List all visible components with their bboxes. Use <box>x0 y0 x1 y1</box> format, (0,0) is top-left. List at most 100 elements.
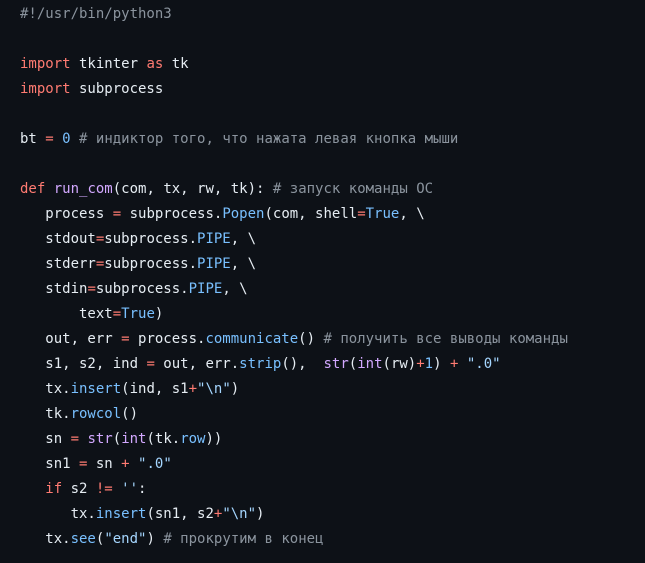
code-line: tx.insert(ind, s1+"\n") <box>20 377 640 402</box>
code-token: bt <box>20 131 46 147</box>
code-line: tx.see("end") # прокрутим в конец <box>20 527 640 552</box>
code-token: = <box>87 281 96 297</box>
code-token: "\n" <box>222 506 257 522</box>
code-token: # прокрутим в конец <box>163 531 324 547</box>
code-token: out, err. <box>154 356 240 372</box>
code-token: tx. <box>20 531 71 547</box>
code-token: str <box>87 431 113 447</box>
code-line: #!/usr/bin/python3 <box>20 2 640 27</box>
code-token: Popen <box>222 206 265 222</box>
code-line: import subprocess <box>20 77 640 102</box>
code-token: ) <box>433 356 450 372</box>
code-token: text <box>20 306 113 322</box>
code-token: insert <box>70 381 122 397</box>
code-block: #!/usr/bin/python3 import tkinter as tk im… <box>20 2 640 552</box>
code-line: stdout=subprocess.PIPE, \ <box>20 227 640 252</box>
code-token: = <box>112 206 122 222</box>
code-token: True <box>365 206 400 222</box>
code-token: rowcol <box>70 406 122 422</box>
code-token: "end" <box>104 531 147 547</box>
code-line: sn = str(int(tk.row)) <box>20 427 640 452</box>
code-token: s1, s2, ind <box>20 356 147 372</box>
code-token: subprocess. <box>121 206 223 222</box>
code-token: # запуск команды ОС <box>272 181 434 197</box>
code-line: tk.rowcol() <box>20 402 640 427</box>
code-token: ) <box>146 531 164 547</box>
code-line: stderr=subprocess.PIPE, \ <box>20 252 640 277</box>
code-line: s1, s2, ind = out, err.strip(), str(int(… <box>20 352 640 377</box>
code-token: ) <box>230 381 240 397</box>
code-token: sn1 <box>20 456 80 472</box>
code-token: int <box>121 431 147 447</box>
code-token: = <box>357 206 366 222</box>
code-token: #!/usr/bin/python3 <box>20 6 172 22</box>
code-token: ( <box>348 356 358 372</box>
code-token: () <box>121 406 139 422</box>
code-token: (), <box>281 356 324 372</box>
code-token: , \ <box>230 231 257 247</box>
code-token: (rw) <box>382 356 417 372</box>
code-token: def <box>20 181 46 197</box>
code-token: + <box>416 356 425 372</box>
code-token: = <box>112 306 122 322</box>
code-line: def run_com(com, tx, rw, tk): # запуск к… <box>20 177 640 202</box>
code-token: , \ <box>399 206 425 222</box>
code-token: import <box>20 56 71 72</box>
code-token: != <box>95 481 113 497</box>
code-token: + <box>188 381 198 397</box>
code-token: ( <box>112 431 122 447</box>
code-token: row <box>180 431 206 447</box>
code-token: # получить все выводы команды <box>323 331 568 347</box>
code-token: stdin <box>20 281 88 297</box>
code-token: subprocess <box>70 81 164 97</box>
code-token: 0 <box>62 131 71 147</box>
code-token: (com, shell <box>264 206 358 222</box>
code-token: import <box>20 81 71 97</box>
code-token: subprocess. <box>104 231 198 247</box>
code-line: import tkinter as tk <box>20 52 640 77</box>
code-token: subprocess. <box>104 256 198 272</box>
code-token: see <box>70 531 96 547</box>
code-token: '' <box>121 481 139 497</box>
code-token: tx. <box>20 381 71 397</box>
code-token: tk <box>163 56 189 72</box>
code-token: = <box>146 356 155 372</box>
code-token: PIPE <box>197 231 231 247</box>
code-token: (tk. <box>146 431 181 447</box>
code-token: () <box>298 331 324 347</box>
code-token: ) <box>256 506 265 522</box>
code-line: process = subprocess.Popen(com, shell=Tr… <box>20 202 640 227</box>
code-token: )) <box>205 431 223 447</box>
code-line: if s2 != '': <box>20 477 640 502</box>
code-token: s2 <box>62 481 96 497</box>
code-token: as <box>146 56 164 72</box>
code-line: bt = 0 # индиктор того, что нажата левая… <box>20 127 640 152</box>
code-token: sn <box>87 456 122 472</box>
code-line: sn1 = sn + ".0" <box>20 452 640 477</box>
code-token: tkinter <box>70 56 147 72</box>
code-token: ".0" <box>138 456 172 472</box>
code-token: insert <box>95 506 147 522</box>
code-token: + <box>121 456 130 472</box>
code-token: = <box>45 131 54 147</box>
code-token: strip <box>239 356 282 372</box>
code-token: run_com <box>53 181 113 197</box>
code-token: out, err <box>20 331 122 347</box>
code-line: tx.insert(sn1, s2+"\n") <box>20 502 640 527</box>
code-token: stderr <box>20 256 96 272</box>
code-token: subprocess. <box>95 281 189 297</box>
code-token: (sn1, s2 <box>146 506 214 522</box>
code-token: str <box>323 356 349 372</box>
code-token: PIPE <box>197 256 231 272</box>
code-token: True <box>121 306 155 322</box>
code-token: (com, tx, rw, tk): <box>112 181 273 197</box>
code-token: ".0" <box>466 356 501 372</box>
code-token: PIPE <box>188 281 223 297</box>
